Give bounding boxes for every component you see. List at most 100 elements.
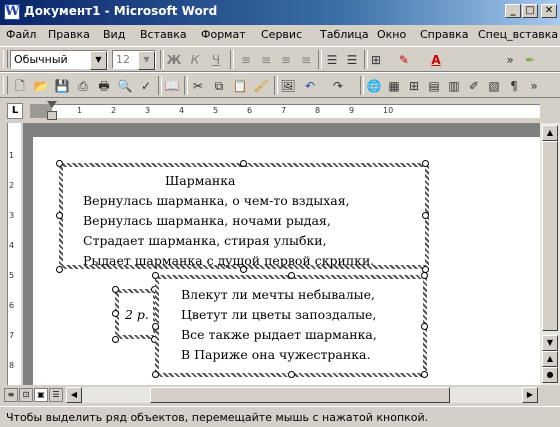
minimize-icon: _ <box>510 5 516 16</box>
toolbar-grip[interactable] <box>3 76 8 94</box>
resize-handle[interactable] <box>56 266 63 273</box>
paste-icon[interactable]: 📋 <box>230 76 250 96</box>
upper-text-frame[interactable]: Шарманка Вернулась шарманка, о чем-то вз… <box>59 163 429 269</box>
font-color-button[interactable]: A <box>426 50 446 70</box>
web-view-icon[interactable]: ⊡ <box>19 388 33 402</box>
minimize-button[interactable]: _ <box>505 4 521 18</box>
menu-window[interactable]: Окно <box>377 28 406 41</box>
numbered-list-icon[interactable]: ☰ <box>322 50 342 70</box>
permission-icon[interactable]: ⎙ <box>73 76 93 96</box>
copy-icon[interactable]: ⧉ <box>209 76 229 96</box>
menu-format[interactable]: Формат <box>201 28 246 41</box>
maximize-button[interactable]: □ <box>522 4 538 18</box>
resize-handle[interactable] <box>152 371 159 378</box>
resize-handle[interactable] <box>112 336 119 343</box>
research-icon[interactable]: 📖 <box>162 76 182 96</box>
tab-selector[interactable]: L <box>7 103 23 119</box>
menu-help[interactable]: Справка <box>420 28 468 41</box>
hanging-indent-marker[interactable] <box>47 111 57 120</box>
bold-button[interactable]: Ж <box>164 50 184 70</box>
resize-handle[interactable] <box>240 160 247 167</box>
resize-handle[interactable] <box>112 310 119 317</box>
resize-handle[interactable] <box>112 286 119 293</box>
spelling-icon[interactable]: ✓ <box>136 76 156 96</box>
print-layout-view-icon[interactable]: ▣ <box>34 388 48 402</box>
resize-handle[interactable] <box>152 272 159 279</box>
resize-handle[interactable] <box>422 160 429 167</box>
align-right-icon[interactable]: ≡ <box>276 50 296 70</box>
menu-insert[interactable]: Вставка <box>140 28 187 41</box>
print-preview-icon[interactable]: 🔍 <box>115 76 135 96</box>
save-icon[interactable]: 💾 <box>52 76 72 96</box>
toolbar-grip[interactable] <box>3 50 8 68</box>
resize-handle[interactable] <box>422 212 429 219</box>
resize-handle[interactable] <box>56 212 63 219</box>
resize-handle[interactable] <box>421 371 428 378</box>
toolbar-options-icon[interactable]: » <box>524 76 544 96</box>
lower-text-frame[interactable]: Влекут ли мечты небывалые, Цветут ли цве… <box>155 275 427 377</box>
insert-picture-icon[interactable]: 🖼 <box>278 76 298 96</box>
first-line-indent-marker[interactable] <box>47 101 57 108</box>
document-area[interactable]: Шарманка Вернулась шарманка, о чем-то вз… <box>23 123 540 385</box>
redo-icon[interactable]: ↷ <box>328 76 348 96</box>
menu-table[interactable]: Таблица <box>320 28 369 41</box>
justify-icon[interactable]: ≡ <box>296 50 316 70</box>
resize-handle[interactable] <box>421 323 428 330</box>
undo-icon[interactable]: ↶ <box>300 76 320 96</box>
columns-icon[interactable]: ▥ <box>444 76 464 96</box>
font-size-combo[interactable]: 12 ▼ <box>112 50 156 70</box>
normal-view-icon[interactable]: ≡ <box>4 388 18 402</box>
tables-borders-icon[interactable]: ▦ <box>384 76 404 96</box>
resize-handle[interactable] <box>152 323 159 330</box>
scroll-up-icon[interactable]: ▲ <box>542 125 558 141</box>
scroll-right-icon[interactable]: ▶ <box>522 387 538 403</box>
open-folder-icon[interactable]: 📂 <box>31 76 51 96</box>
toolbar-options-icon[interactable]: » <box>500 50 520 70</box>
pen-icon[interactable]: ✒ <box>520 50 540 70</box>
bulleted-list-icon[interactable]: ☰ <box>342 50 362 70</box>
align-left-icon[interactable]: ≡ <box>236 50 256 70</box>
drawing-icon[interactable]: ✐ <box>464 76 484 96</box>
resize-handle[interactable] <box>288 272 295 279</box>
insert-excel-icon[interactable]: ▤ <box>424 76 444 96</box>
previous-page-icon[interactable]: ▲ <box>542 351 558 367</box>
align-center-icon[interactable]: ≡ <box>256 50 276 70</box>
document-map-icon[interactable]: ▧ <box>484 76 504 96</box>
horizontal-scrollbar[interactable]: ≡ ⊡ ▣ ☰ ◀ ▶ <box>0 385 540 406</box>
word-app-icon[interactable]: W <box>4 4 20 20</box>
chevron-down-icon[interactable]: ▼ <box>138 51 155 70</box>
resize-handle[interactable] <box>240 266 247 273</box>
menu-tools[interactable]: Сервис <box>261 28 302 41</box>
new-document-icon[interactable]: 🗋 <box>10 76 30 96</box>
cut-icon[interactable]: ✂ <box>188 76 208 96</box>
menu-special-paste[interactable]: Спец_вставка <box>478 28 558 41</box>
resize-handle[interactable] <box>421 272 428 279</box>
show-hide-icon[interactable]: ¶ <box>504 76 524 96</box>
scroll-left-icon[interactable]: ◀ <box>66 387 82 403</box>
menu-view[interactable]: Вид <box>103 28 125 41</box>
borders-icon[interactable]: ⊞ <box>366 50 386 70</box>
chevron-down-icon[interactable]: ▼ <box>90 51 107 70</box>
page[interactable]: Шарманка Вернулась шарманка, о чем-то вз… <box>33 137 540 385</box>
scroll-thumb[interactable] <box>542 141 558 331</box>
underline-button[interactable]: Ч <box>206 50 226 70</box>
browse-object-icon[interactable]: ● <box>542 367 558 383</box>
resize-handle[interactable] <box>288 371 295 378</box>
resize-handle[interactable] <box>56 160 63 167</box>
highlight-icon[interactable]: ✎ <box>394 50 414 70</box>
print-icon[interactable]: 🖶 <box>94 76 114 96</box>
format-painter-icon[interactable]: 🖌 <box>251 76 271 96</box>
hyperlink-icon[interactable]: 🌐 <box>364 76 384 96</box>
label-frame[interactable]: 2 р. <box>115 289 157 339</box>
insert-table-icon[interactable]: ⊞ <box>404 76 424 96</box>
menu-file[interactable]: Файл <box>6 28 36 41</box>
scroll-down-icon[interactable]: ▼ <box>542 335 558 351</box>
vertical-ruler-strip[interactable] <box>7 123 21 385</box>
style-combo[interactable]: Обычный ▼ <box>10 50 108 70</box>
menu-edit[interactable]: Правка <box>48 28 90 41</box>
close-button[interactable]: ✕ <box>541 4 557 18</box>
outline-view-icon[interactable]: ☰ <box>49 388 63 402</box>
vertical-scrollbar[interactable]: ▲ ▼ ▲ ● <box>540 123 560 385</box>
italic-button[interactable]: К <box>185 50 205 70</box>
scroll-thumb[interactable] <box>150 387 450 403</box>
